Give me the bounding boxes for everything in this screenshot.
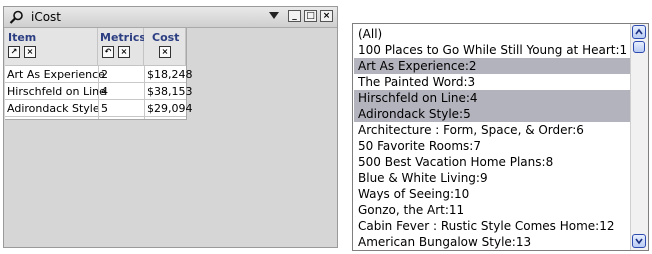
item-remove-button[interactable]: ×: [24, 46, 36, 58]
item-listbox[interactable]: (All) 100 Places to Go While Still Young…: [352, 23, 649, 251]
list-item[interactable]: 500 Best Vacation Home Plans:8: [354, 154, 630, 170]
column-header-metrics-label: Metrics: [100, 31, 146, 44]
list-item[interactable]: Ways of Seeing:10: [354, 186, 630, 202]
list-item[interactable]: 50 Favorite Rooms:7: [354, 138, 630, 154]
icost-window: iCost _ □ × Item ↗ × Metrics ↶ × Cost × …: [3, 6, 338, 248]
list-item[interactable]: Adirondack Style:5: [354, 106, 630, 122]
table-row[interactable]: Adirondack Style 5 $29,094: [5, 101, 193, 117]
column-header-item-label: Item: [8, 31, 37, 44]
chevron-up-icon: [635, 28, 643, 35]
chevron-down-icon: [635, 238, 643, 245]
list-item[interactable]: (All): [354, 26, 630, 42]
search-icon: [9, 10, 23, 24]
list-item[interactable]: Blue & White Living:9: [354, 170, 630, 186]
column-header-cost: Cost ×: [144, 28, 186, 66]
column-divider: [144, 66, 145, 119]
cell-cost: $29,094: [147, 102, 193, 115]
cell-metrics: 5: [101, 102, 108, 115]
close-button[interactable]: ×: [320, 10, 333, 22]
table-row[interactable]: Hirschfeld on Line 4 $38,153: [5, 84, 193, 100]
cell-item: Hirschfeld on Line: [7, 85, 106, 98]
cell-cost: $18,248: [147, 68, 193, 81]
maximize-button[interactable]: □: [304, 10, 317, 22]
list-item[interactable]: American Bungalow Style:13: [354, 234, 630, 250]
cell-metrics: 2: [101, 68, 108, 81]
list-item[interactable]: Gonzo, the Art:11: [354, 202, 630, 218]
list-item[interactable]: 100 Places to Go While Still Young at He…: [354, 42, 630, 58]
list-item[interactable]: Art As Experience:2: [354, 58, 630, 74]
cell-item: Adirondack Style: [7, 102, 100, 115]
table-row[interactable]: Art As Experience 2 $18,248: [5, 67, 193, 83]
window-title: iCost: [31, 10, 62, 24]
scroll-up-button[interactable]: [632, 25, 646, 39]
window-titlebar[interactable]: iCost _ □ ×: [4, 7, 337, 28]
list-item[interactable]: The Painted Word:3: [354, 74, 630, 90]
window-menu-dropdown-icon[interactable]: [269, 12, 279, 19]
list-item[interactable]: Hirschfeld on Line:4: [354, 90, 630, 106]
item-drill-button[interactable]: ↗: [8, 46, 20, 58]
cell-cost: $38,153: [147, 85, 193, 98]
column-divider: [98, 66, 99, 119]
list-item[interactable]: Architecture : Form, Space, & Order:6: [354, 122, 630, 138]
minimize-button[interactable]: _: [288, 10, 301, 22]
metrics-remove-button[interactable]: ×: [118, 46, 130, 58]
column-header-metrics: Metrics ↶ ×: [98, 28, 146, 66]
scroll-down-button[interactable]: [632, 234, 646, 248]
metrics-undo-button[interactable]: ↶: [102, 46, 114, 58]
scroll-thumb[interactable]: [633, 41, 645, 53]
listbox-scrollbar[interactable]: [630, 24, 648, 250]
cell-metrics: 4: [101, 85, 108, 98]
icost-table: Item ↗ × Metrics ↶ × Cost × Art As Exper…: [5, 28, 193, 120]
column-header-cost-label: Cost: [152, 31, 180, 44]
column-header-item: Item ↗ ×: [5, 28, 98, 66]
list-item[interactable]: Cabin Fever : Rustic Style Comes Home:12: [354, 218, 630, 234]
cost-remove-button[interactable]: ×: [159, 46, 171, 58]
cell-item: Art As Experience: [7, 68, 105, 81]
